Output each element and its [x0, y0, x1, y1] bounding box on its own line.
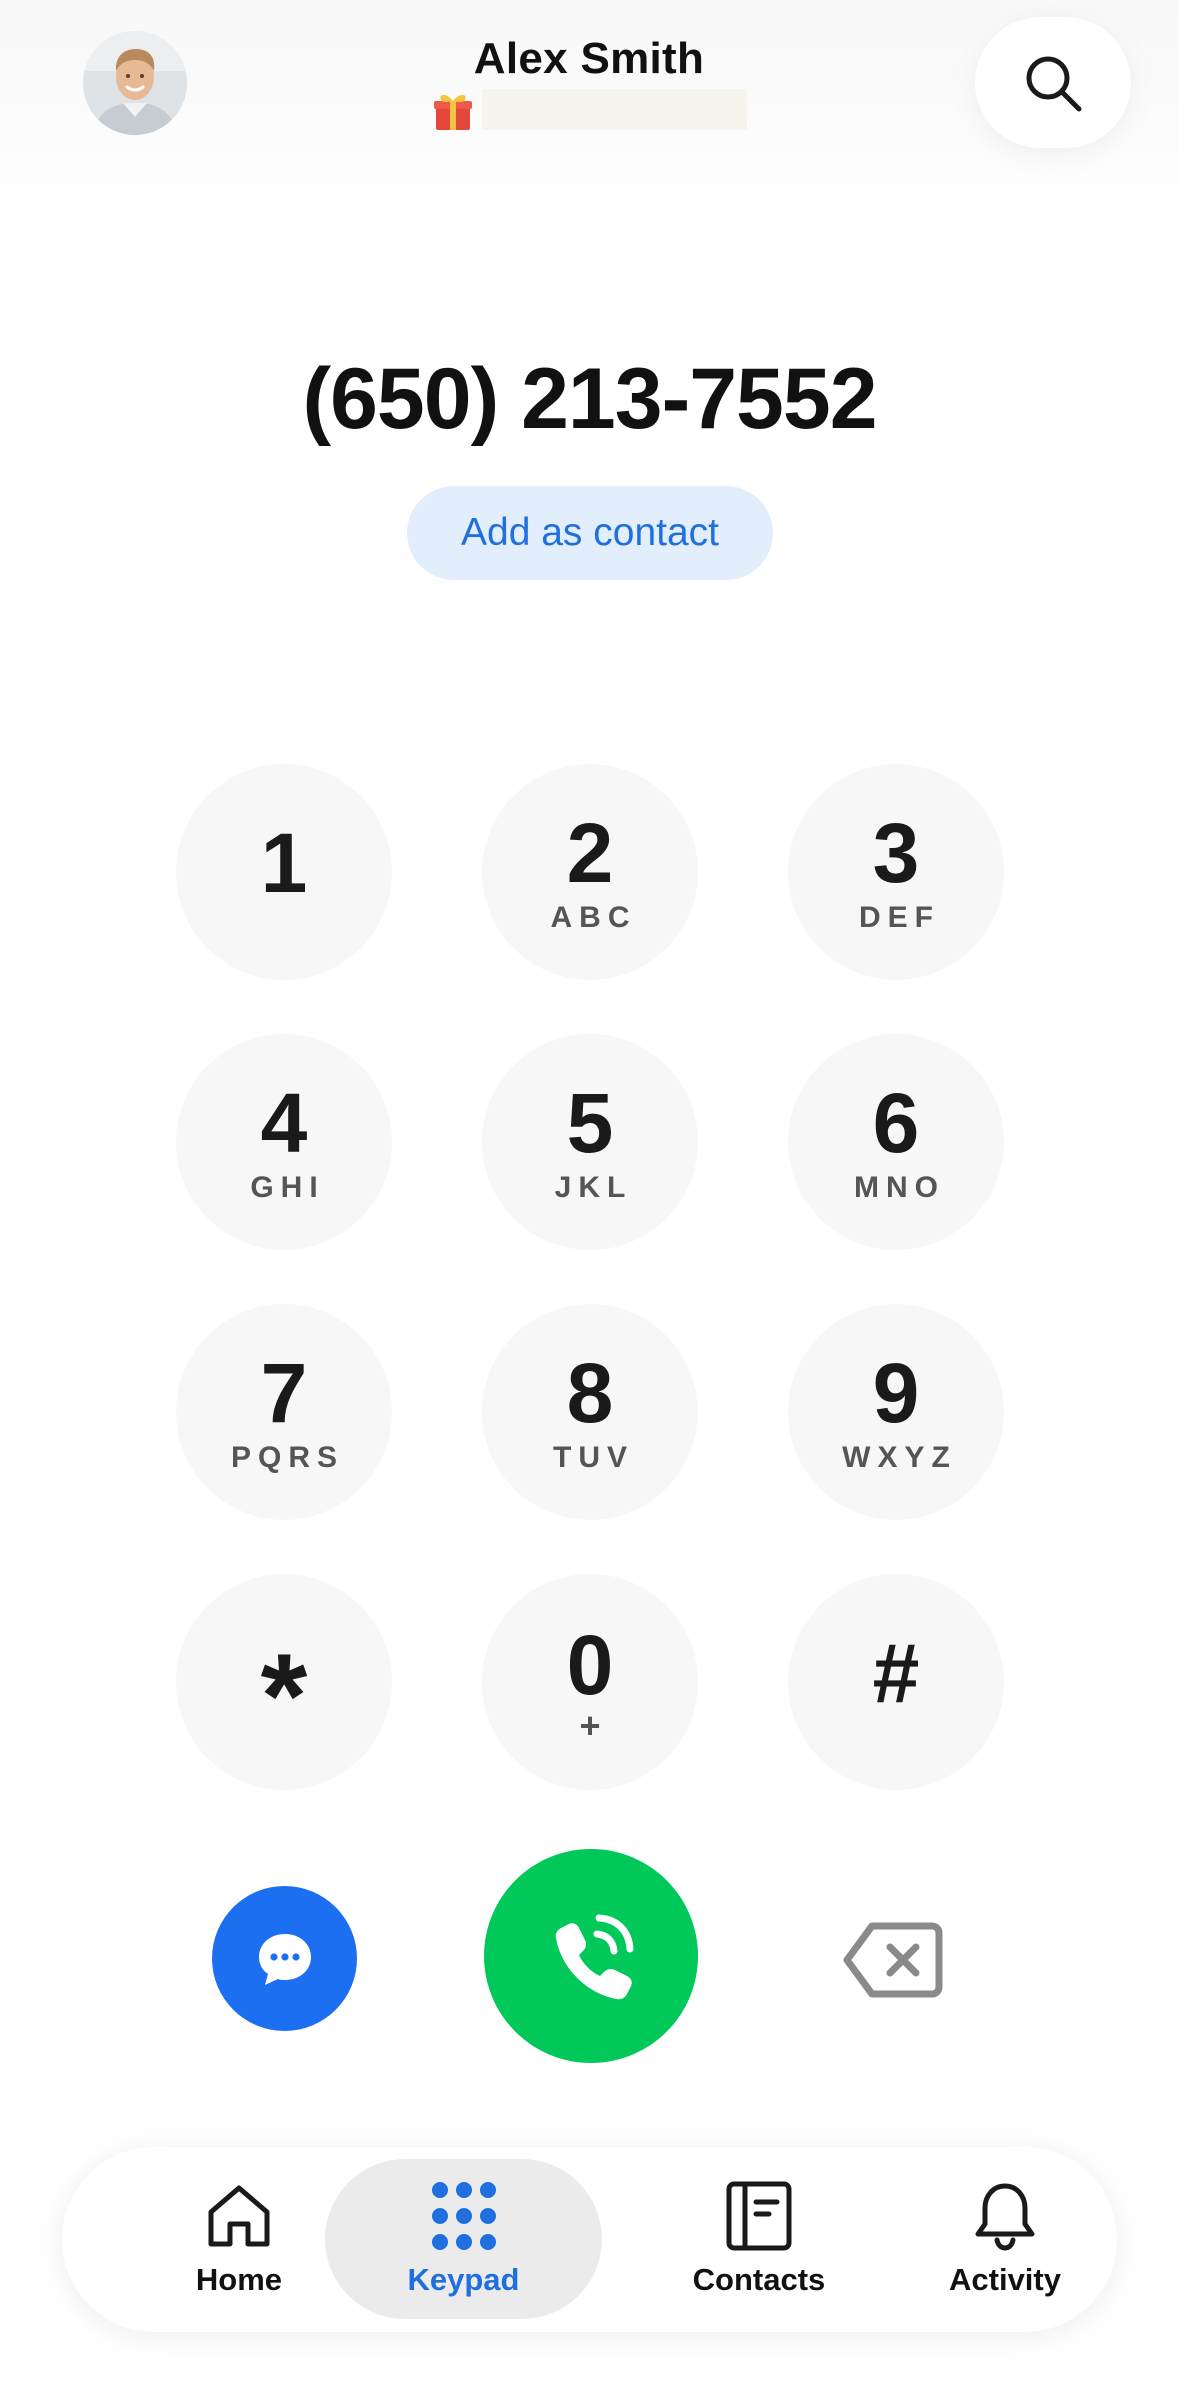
backspace-button[interactable]: [838, 1910, 948, 2010]
key-letters: WXYZ: [842, 1441, 957, 1474]
nav-item-activity[interactable]: Activity: [910, 2159, 1100, 2319]
nav-item-home[interactable]: Home: [134, 2159, 344, 2319]
message-button[interactable]: [212, 1886, 357, 2031]
add-as-contact-button[interactable]: Add as contact: [407, 486, 773, 580]
bottom-navigation: Home Keypad Contacts Activity: [62, 2147, 1117, 2332]
bell-icon: [975, 2183, 1035, 2251]
phone-call-icon: [555, 1914, 634, 2000]
avatar[interactable]: [83, 31, 187, 135]
key-digit: 3: [872, 806, 920, 900]
home-indicator-area: [0, 2360, 1179, 2396]
key-digit: 2: [566, 806, 614, 900]
key-8[interactable]: 8 TUV: [482, 1304, 698, 1520]
key-digit: 6: [872, 1076, 920, 1170]
user-name: Alex Smith: [473, 34, 705, 83]
key-0[interactable]: 0 +: [482, 1574, 698, 1790]
key-1[interactable]: 1: [176, 764, 392, 980]
key-digit: 8: [566, 1346, 614, 1440]
nav-label-home: Home: [195, 2262, 283, 2297]
keypad-icon: [431, 2182, 496, 2250]
status-placeholder: [482, 89, 747, 130]
key-digit: 0: [566, 1618, 614, 1712]
key-letters: JKL: [554, 1171, 633, 1204]
key-letters: +: [579, 1705, 601, 1746]
message-bubble-icon: [258, 1933, 311, 1985]
key-letters: PQRS: [230, 1441, 345, 1474]
search-button[interactable]: [975, 17, 1131, 148]
nav-label-contacts: Contacts: [692, 2262, 826, 2297]
nav-item-keypad[interactable]: Keypad: [325, 2159, 602, 2319]
key-4[interactable]: 4 GHI: [176, 1034, 392, 1250]
key-letters: GHI: [250, 1171, 325, 1204]
search-icon: [1026, 56, 1082, 111]
key-5[interactable]: 5 JKL: [482, 1034, 698, 1250]
key-6[interactable]: 6 MNO: [788, 1034, 1004, 1250]
nav-item-contacts[interactable]: Contacts: [644, 2159, 874, 2319]
key-hash[interactable]: #: [788, 1574, 1004, 1790]
dialer-screen: Alex Smith (650) 213-7552 Add as contact…: [0, 0, 1179, 2396]
key-9[interactable]: 9 WXYZ: [788, 1304, 1004, 1520]
key-7[interactable]: 7 PQRS: [176, 1304, 392, 1520]
contacts-icon: [726, 2181, 792, 2251]
home-icon: [208, 2185, 270, 2247]
key-letters: TUV: [553, 1441, 634, 1474]
key-letters: ABC: [550, 901, 637, 934]
nav-label-keypad: Keypad: [407, 2262, 520, 2297]
nav-label-activity: Activity: [949, 2262, 1061, 2297]
user-avatar-photo: [83, 31, 187, 135]
call-button[interactable]: [484, 1849, 698, 2063]
dialed-number: (650) 213-7552: [302, 351, 877, 447]
key-digit: 7: [260, 1346, 308, 1440]
key-digit: 1: [260, 816, 308, 910]
key-digit: 4: [260, 1076, 308, 1170]
key-3[interactable]: 3 DEF: [788, 764, 1004, 980]
key-digit: 9: [872, 1346, 920, 1440]
key-digit: *: [260, 1629, 308, 1763]
key-letters: MNO: [854, 1171, 945, 1204]
key-letters: DEF: [859, 901, 940, 934]
key-2[interactable]: 2 ABC: [482, 764, 698, 980]
gift-icon: [432, 90, 474, 132]
key-digit: 5: [566, 1076, 614, 1170]
key-star[interactable]: *: [176, 1574, 392, 1790]
key-digit: #: [872, 1626, 920, 1720]
backspace-icon: [843, 1922, 943, 1998]
